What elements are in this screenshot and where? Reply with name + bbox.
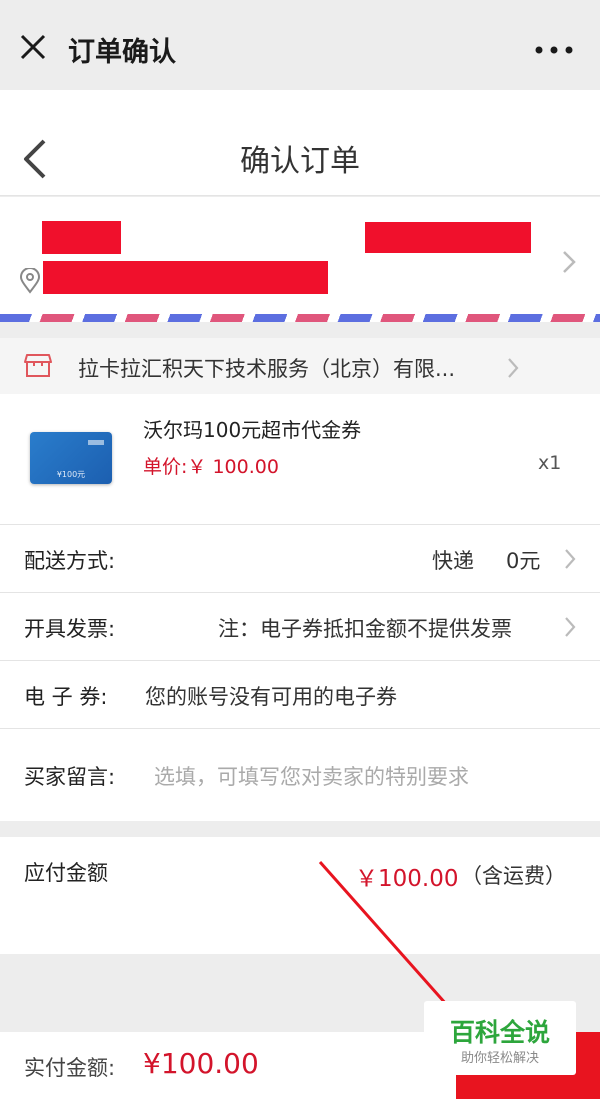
product-thumbnail: ¥100元 [30,432,112,484]
address-chevron-right-icon[interactable] [560,249,578,275]
coupon-label: 电 子 券: [24,685,108,709]
watermark-logo: 百科全说 助你轻松解决 [424,1001,576,1075]
wechat-title-bar: 订单确认 [0,0,600,90]
coupon-row: 电 子 券: 您的账号没有可用的电子券 [0,661,600,729]
invoice-chevron-right-icon[interactable] [563,616,577,638]
watermark-subtitle: 助你轻松解决 [460,1051,539,1066]
redacted-address [43,261,328,294]
delivery-fee: 0元 [506,549,541,573]
buyer-message-label: 买家留言: [24,765,116,789]
buyer-message-row[interactable]: 买家留言: 选填，可填写您对卖家的特别要求 [0,729,600,821]
more-options-icon[interactable] [534,45,574,55]
delivery-chevron-right-icon[interactable] [563,548,577,570]
order-item[interactable]: ¥100元 沃尔玛100元超市代金券 单价:￥ 100.00 x1 [0,394,600,525]
item-quantity: x1 [538,452,562,474]
page-header: 确认订单 [0,90,600,196]
shipping-included-note: （含运费） [461,864,566,888]
wechat-page-title: 订单确认 [68,37,176,68]
page-title: 确认订单 [240,144,360,179]
close-icon[interactable] [18,32,48,62]
delivery-label: 配送方式: [24,549,116,573]
coupon-status: 您的账号没有可用的电子券 [145,685,397,709]
redacted-recipient-name [42,221,121,254]
delivery-method: 快递 [432,549,474,573]
buyer-message-input[interactable]: 选填，可填写您对卖家的特别要求 [154,761,469,791]
thumbnail-denomination: ¥100元 [56,470,86,479]
shop-chevron-right-icon[interactable] [506,357,520,379]
invoice-note: 注：电子券抵扣金额不提供发票 [218,617,512,641]
airmail-border-divider [0,314,600,322]
payable-total-box: 应付金额 ￥100.00 （含运费） [0,837,600,954]
paid-amount-label: 实付金额: [24,1056,116,1080]
location-pin-icon [19,268,41,294]
shipping-address-row[interactable] [0,197,600,314]
product-name: 沃尔玛100元超市代金券 [143,418,362,442]
shop-name: 拉卡拉汇积天下技术服务（北京）有限... [78,357,456,381]
invoice-label: 开具发票: [24,617,116,641]
unit-price: 单价:￥ 100.00 [143,456,279,478]
invoice-row[interactable]: 开具发票: 注：电子券抵扣金额不提供发票 [0,593,600,661]
payable-amount: ￥100.00 [355,866,459,892]
shop-row[interactable]: 拉卡拉汇积天下技术服务（北京）有限... [0,338,600,394]
walmart-logo-mark [88,440,104,445]
delivery-method-row[interactable]: 配送方式: 快递 0元 [0,525,600,593]
paid-amount: ¥100.00 [143,1047,259,1080]
store-icon [24,354,52,377]
redacted-recipient-phone [365,222,531,253]
payable-label: 应付金额 [24,861,108,885]
watermark-title: 百科全说 [449,1018,550,1047]
